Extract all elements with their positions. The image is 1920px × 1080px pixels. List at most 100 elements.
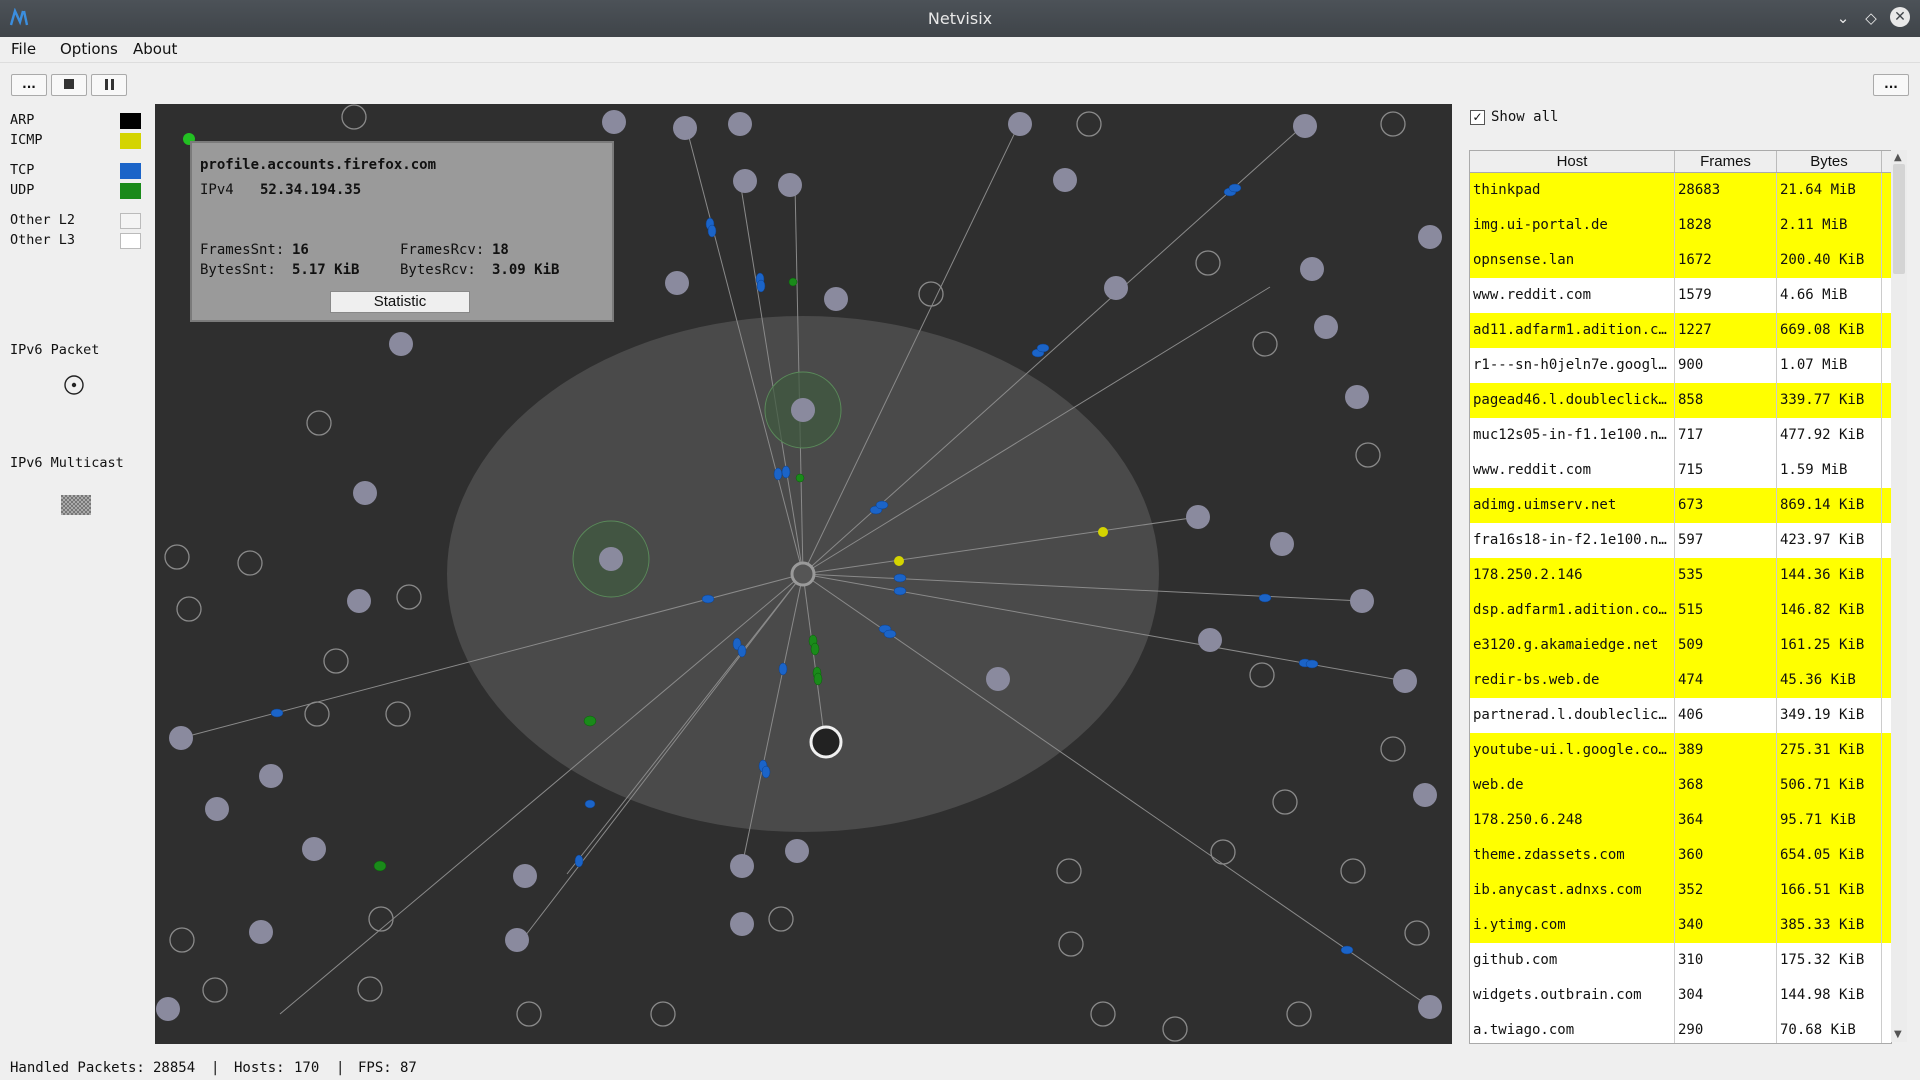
cell-frames: 1828	[1675, 208, 1777, 243]
cell-bytes: 669.08 KiB	[1777, 313, 1882, 348]
cell-bytes: 146.82 KiB	[1777, 593, 1882, 628]
minimize-icon[interactable]: ⌄	[1834, 9, 1852, 27]
cell-frames: 1227	[1675, 313, 1777, 348]
cell-host: www.reddit.com	[1470, 278, 1675, 313]
table-row[interactable]: 178.250.6.248 364 95.71 KiB	[1470, 803, 1891, 839]
table-row[interactable]: pagead46.l.doubleclick… 858 339.77 KiB	[1470, 383, 1891, 419]
cell-host: youtube-ui.l.google.co…	[1470, 733, 1675, 768]
legend-tcp: TCP	[10, 162, 141, 180]
cell-bytes: 21.64 MiB	[1777, 173, 1882, 208]
table-row[interactable]: redir-bs.web.de 474 45.36 KiB	[1470, 663, 1891, 699]
cell-bytes: 95.71 KiB	[1777, 803, 1882, 838]
cell-frames: 515	[1675, 593, 1777, 628]
table-row[interactable]: www.reddit.com 1579 4.66 MiB	[1470, 278, 1891, 314]
legend-ipv6-packet: IPv6 Packet	[10, 342, 100, 358]
active-udp-host-2[interactable]	[599, 547, 623, 571]
active-udp-host[interactable]	[791, 398, 815, 422]
table-row[interactable]: widgets.outbrain.com 304 144.98 KiB	[1470, 978, 1891, 1014]
stop-button[interactable]	[51, 74, 87, 96]
table-row[interactable]: dsp.adfarm1.adition.co… 515 146.82 KiB	[1470, 593, 1891, 629]
table-row[interactable]: adimg.uimserv.net 673 869.14 KiB	[1470, 488, 1891, 524]
cell-bytes: 1.07 MiB	[1777, 348, 1882, 383]
table-row[interactable]: r1---sn-h0jeln7e.googl… 900 1.07 MiB	[1470, 348, 1891, 384]
browse-button[interactable]: ...	[11, 74, 47, 96]
gateway-node[interactable]	[809, 725, 843, 759]
hosts-count-label: Hosts:	[234, 1060, 285, 1076]
cell-frames: 1579	[1675, 278, 1777, 313]
table-row[interactable]: theme.zdassets.com 360 654.05 KiB	[1470, 838, 1891, 874]
legend-arp: ARP	[10, 112, 141, 130]
cell-host: muc12s05-in-f1.1e100.n…	[1470, 418, 1675, 453]
stop-icon	[64, 79, 74, 89]
table-row[interactable]: img.ui-portal.de 1828 2.11 MiB	[1470, 208, 1891, 244]
cell-host: opnsense.lan	[1470, 243, 1675, 278]
table-row[interactable]: github.com 310 175.32 KiB	[1470, 943, 1891, 979]
local-host-node[interactable]	[790, 561, 816, 587]
table-row[interactable]: 178.250.2.146 535 144.36 KiB	[1470, 558, 1891, 594]
cell-frames: 858	[1675, 383, 1777, 418]
column-host[interactable]: Host	[1470, 151, 1675, 172]
scroll-up-icon[interactable]: ▲	[1894, 152, 1902, 163]
column-bytes[interactable]: Bytes	[1777, 151, 1882, 172]
table-row[interactable]: fra16s18-in-f2.1e100.n… 597 423.97 KiB	[1470, 523, 1891, 559]
menu-options[interactable]: Options	[60, 40, 118, 58]
close-window-button[interactable]: ✕	[1890, 7, 1910, 27]
show-all-checkbox[interactable]: ✓	[1470, 110, 1485, 125]
table-row[interactable]: a.twiago.com 290 70.68 KiB	[1470, 1013, 1891, 1043]
cell-frames: 368	[1675, 768, 1777, 803]
column-frames[interactable]: Frames	[1675, 151, 1777, 172]
cell-host: redir-bs.web.de	[1470, 663, 1675, 698]
legend-ipv6-multicast: IPv6 Multicast	[10, 455, 124, 471]
statistic-button[interactable]: Statistic	[330, 291, 470, 313]
table-row[interactable]: i.ytimg.com 340 385.33 KiB	[1470, 908, 1891, 944]
table-row[interactable]: thinkpad 28683 21.64 MiB	[1470, 173, 1891, 209]
table-row[interactable]: e3120.g.akamaiedge.net 509 161.25 KiB	[1470, 628, 1891, 664]
window-title: Netvisix	[927, 9, 993, 28]
menu-file[interactable]: File	[11, 40, 36, 58]
cell-host: i.ytimg.com	[1470, 908, 1675, 943]
table-row[interactable]: www.reddit.com 715 1.59 MiB	[1470, 453, 1891, 489]
cell-host: ib.anycast.adnxs.com	[1470, 873, 1675, 908]
icmp-swatch	[120, 133, 141, 149]
table-row[interactable]: ib.anycast.adnxs.com 352 166.51 KiB	[1470, 873, 1891, 909]
maximize-icon[interactable]: ◇	[1862, 9, 1880, 27]
cell-bytes: 654.05 KiB	[1777, 838, 1882, 873]
table-row[interactable]: web.de 368 506.71 KiB	[1470, 768, 1891, 804]
menu-about[interactable]: About	[133, 40, 177, 58]
cell-host: ad11.adfarm1.adition.c…	[1470, 313, 1675, 348]
table-header: Host Frames Bytes	[1470, 151, 1891, 173]
bytes-rcv-value: 3.09 KiB	[492, 262, 560, 278]
cell-host: github.com	[1470, 943, 1675, 978]
ipv6-multicast-icon	[61, 495, 91, 515]
other-l3-swatch	[120, 233, 141, 249]
cell-frames: 389	[1675, 733, 1777, 768]
legend-other-l3: Other L3	[10, 232, 141, 250]
cell-host: dsp.adfarm1.adition.co…	[1470, 593, 1675, 628]
cell-frames: 900	[1675, 348, 1777, 383]
cell-bytes: 339.77 KiB	[1777, 383, 1882, 418]
cell-frames: 673	[1675, 488, 1777, 523]
scroll-down-icon[interactable]: ▼	[1894, 1029, 1902, 1040]
table-row[interactable]: partnerad.l.doubleclic… 406 349.19 KiB	[1470, 698, 1891, 734]
table-row[interactable]: muc12s05-in-f1.1e100.n… 717 477.92 KiB	[1470, 418, 1891, 454]
frames-snt-value: 16	[292, 242, 309, 258]
cell-bytes: 2.11 MiB	[1777, 208, 1882, 243]
settings-browse-button[interactable]: ...	[1873, 74, 1909, 96]
show-all-label[interactable]: Show all	[1491, 109, 1558, 125]
table-row[interactable]: ad11.adfarm1.adition.c… 1227 669.08 KiB	[1470, 313, 1891, 349]
table-row[interactable]: youtube-ui.l.google.co… 389 275.31 KiB	[1470, 733, 1891, 769]
pause-button[interactable]	[91, 74, 127, 96]
cell-host: pagead46.l.doubleclick…	[1470, 383, 1675, 418]
hosts-panel: ✓ Show all Host Frames Bytes thinkpad 286…	[1468, 104, 1920, 1044]
cell-frames: 597	[1675, 523, 1777, 558]
title-bar: Netvisix ⌄ ◇ ✕	[0, 0, 1920, 37]
table-scrollbar[interactable]: ▲ ▼	[1891, 150, 1907, 1042]
cell-host: thinkpad	[1470, 173, 1675, 208]
frames-snt-label: FramesSnt:	[200, 242, 285, 258]
table-row[interactable]: opnsense.lan 1672 200.40 KiB	[1470, 243, 1891, 279]
cell-bytes: 385.33 KiB	[1777, 908, 1882, 943]
udp-swatch	[120, 183, 141, 199]
fps-label: FPS:	[358, 1060, 392, 1076]
scrollbar-thumb[interactable]	[1893, 164, 1905, 274]
cell-bytes: 175.32 KiB	[1777, 943, 1882, 978]
